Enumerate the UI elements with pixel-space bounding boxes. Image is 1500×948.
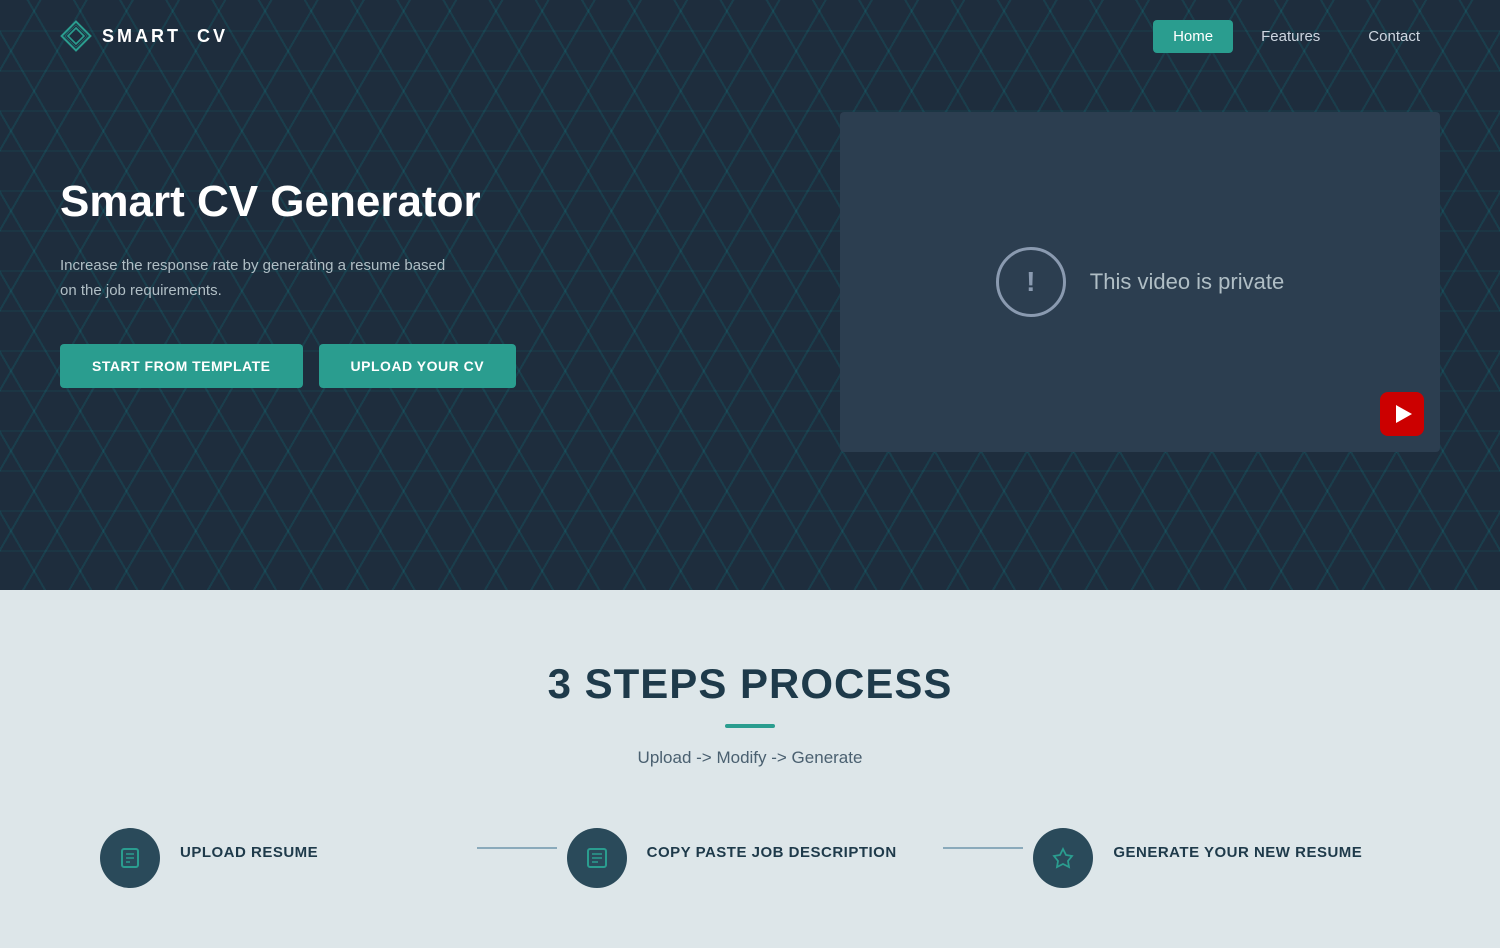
start-from-template-button[interactable]: START FROM TEMPLATE — [60, 344, 303, 388]
play-triangle-icon — [1396, 405, 1412, 423]
hero-buttons: START FROM TEMPLATE UPLOAD YOUR CV — [60, 344, 610, 388]
nav-link-features[interactable]: Features — [1241, 20, 1340, 53]
step-2-label: COPY PASTE JOB DESCRIPTION — [647, 844, 897, 861]
step-item-3: GENERATE YOUR NEW RESUME — [1033, 828, 1400, 888]
hero-subtitle: Increase the response rate by generating… — [60, 253, 460, 304]
navbar: SMART CV Home Features Contact — [0, 0, 1500, 72]
hero-left: Smart CV Generator Increase the response… — [60, 176, 610, 388]
video-private-notice: ! This video is private — [996, 247, 1284, 317]
video-private-icon: ! — [996, 247, 1066, 317]
hero-section: SMART CV Home Features Contact Smart CV … — [0, 0, 1500, 590]
step-3-icon — [1033, 828, 1093, 888]
video-private-text: This video is private — [1090, 269, 1284, 295]
nav-links: Home Features Contact — [1153, 20, 1440, 53]
steps-title: 3 STEPS PROCESS — [60, 660, 1440, 708]
step-separator-1 — [477, 847, 557, 849]
step-item-2: COPY PASTE JOB DESCRIPTION — [567, 828, 934, 888]
steps-subtitle: Upload -> Modify -> Generate — [60, 748, 1440, 768]
steps-section: 3 STEPS PROCESS Upload -> Modify -> Gene… — [0, 590, 1500, 948]
step-separator-2 — [943, 847, 1023, 849]
nav-link-contact[interactable]: Contact — [1348, 20, 1440, 53]
step-2-icon — [567, 828, 627, 888]
hero-content: Smart CV Generator Increase the response… — [0, 72, 1500, 532]
logo-label: SMART CV — [102, 26, 228, 47]
video-play-button[interactable] — [1380, 392, 1424, 436]
hero-title: Smart CV Generator — [60, 176, 610, 229]
step-1-icon — [100, 828, 160, 888]
nav-link-home[interactable]: Home — [1153, 20, 1233, 53]
video-player: ! This video is private — [840, 112, 1440, 452]
steps-divider — [725, 724, 775, 728]
logo: SMART CV — [60, 20, 228, 52]
step-1-label: UPLOAD RESUME — [180, 844, 318, 861]
step-3-label: GENERATE YOUR NEW RESUME — [1113, 844, 1362, 861]
step-item-1: UPLOAD RESUME — [100, 828, 467, 888]
upload-cv-button[interactable]: UPLOAD YOUR CV — [319, 344, 517, 388]
steps-row: UPLOAD RESUME COPY PASTE JOB DESCRIPTION — [60, 828, 1440, 888]
logo-diamond-icon — [60, 20, 92, 52]
